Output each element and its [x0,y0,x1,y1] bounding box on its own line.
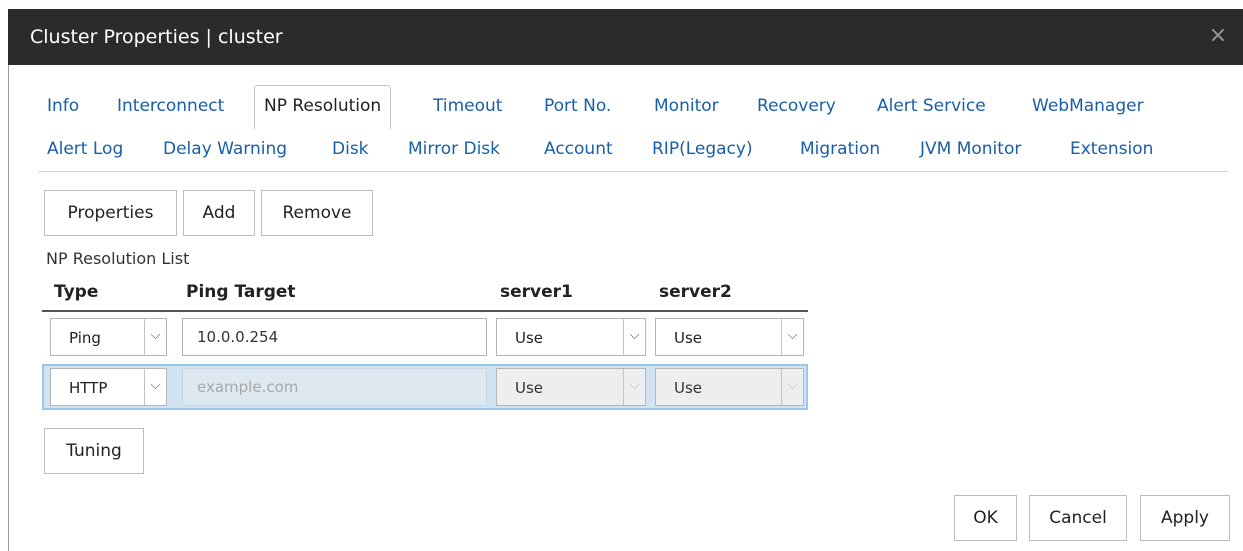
tab-rip-legacy[interactable]: RIP(Legacy) [643,129,762,169]
tab-migration[interactable]: Migration [791,129,889,169]
close-icon[interactable]: × [1207,25,1229,47]
type-select-value: Ping [69,329,101,347]
grid-header-divider [42,310,808,312]
properties-button[interactable]: Properties [44,190,177,236]
type-select-value: HTTP [69,379,108,397]
np-resolution-list-label: NP Resolution List [46,249,190,268]
type-select[interactable]: Ping ⌵ [50,318,167,356]
apply-button[interactable]: Apply [1140,495,1230,541]
column-header-server2: server2 [659,282,732,302]
table-row-selected[interactable]: HTTP ⌵ example.com Use ⌵ Use ⌵ [42,364,808,410]
title-bar: Cluster Properties | cluster × [8,9,1243,65]
tab-recovery[interactable]: Recovery [748,86,845,126]
server1-select[interactable]: Use ⌵ [496,318,646,356]
server1-select-value: Use [515,379,544,397]
tab-port-no[interactable]: Port No. [535,86,620,126]
window-border [8,65,9,551]
server2-select: Use ⌵ [655,368,804,406]
tab-disk[interactable]: Disk [323,129,378,169]
column-header-server1: server1 [500,282,573,302]
tab-interconnect[interactable]: Interconnect [108,86,233,126]
tab-alert-service[interactable]: Alert Service [868,86,995,126]
tab-alert-log[interactable]: Alert Log [38,129,132,169]
server1-select: Use ⌵ [496,368,646,406]
server1-select-value: Use [515,329,544,347]
tabs-divider [38,171,1228,172]
column-header-ping-target: Ping Target [186,282,296,302]
remove-button[interactable]: Remove [261,190,373,236]
tab-timeout[interactable]: Timeout [424,86,511,126]
server2-select[interactable]: Use ⌵ [655,318,804,356]
tuning-button[interactable]: Tuning [44,428,144,474]
type-select[interactable]: HTTP ⌵ [50,368,167,406]
tab-extension[interactable]: Extension [1061,129,1162,169]
ok-button[interactable]: OK [954,495,1017,541]
chevron-down-icon[interactable]: ⌵ [144,319,166,355]
tab-mirror-disk[interactable]: Mirror Disk [399,129,509,169]
chevron-down-icon: ⌵ [781,369,803,405]
cancel-button[interactable]: Cancel [1029,495,1127,541]
server2-select-value: Use [674,329,703,347]
server2-select-value: Use [674,379,703,397]
tab-delay-warning[interactable]: Delay Warning [154,129,296,169]
table-row[interactable]: Ping ⌵ 10.0.0.254 Use ⌵ Use ⌵ [42,314,808,360]
ping-target-input[interactable]: 10.0.0.254 [182,318,487,356]
tab-webmanager[interactable]: WebManager [1023,86,1153,126]
chevron-down-icon: ⌵ [623,369,645,405]
tab-jvm-monitor[interactable]: JVM Monitor [911,129,1030,169]
chevron-down-icon[interactable]: ⌵ [144,369,166,405]
add-button[interactable]: Add [183,190,255,236]
column-header-type: Type [54,282,99,302]
chevron-down-icon[interactable]: ⌵ [623,319,645,355]
tab-info[interactable]: Info [38,86,88,126]
tab-np-resolution[interactable]: NP Resolution [254,85,392,129]
window-title: Cluster Properties | cluster [30,26,283,48]
tab-account[interactable]: Account [535,129,622,169]
tab-monitor[interactable]: Monitor [645,86,728,126]
ping-target-input: example.com [182,368,487,406]
chevron-down-icon[interactable]: ⌵ [781,319,803,355]
